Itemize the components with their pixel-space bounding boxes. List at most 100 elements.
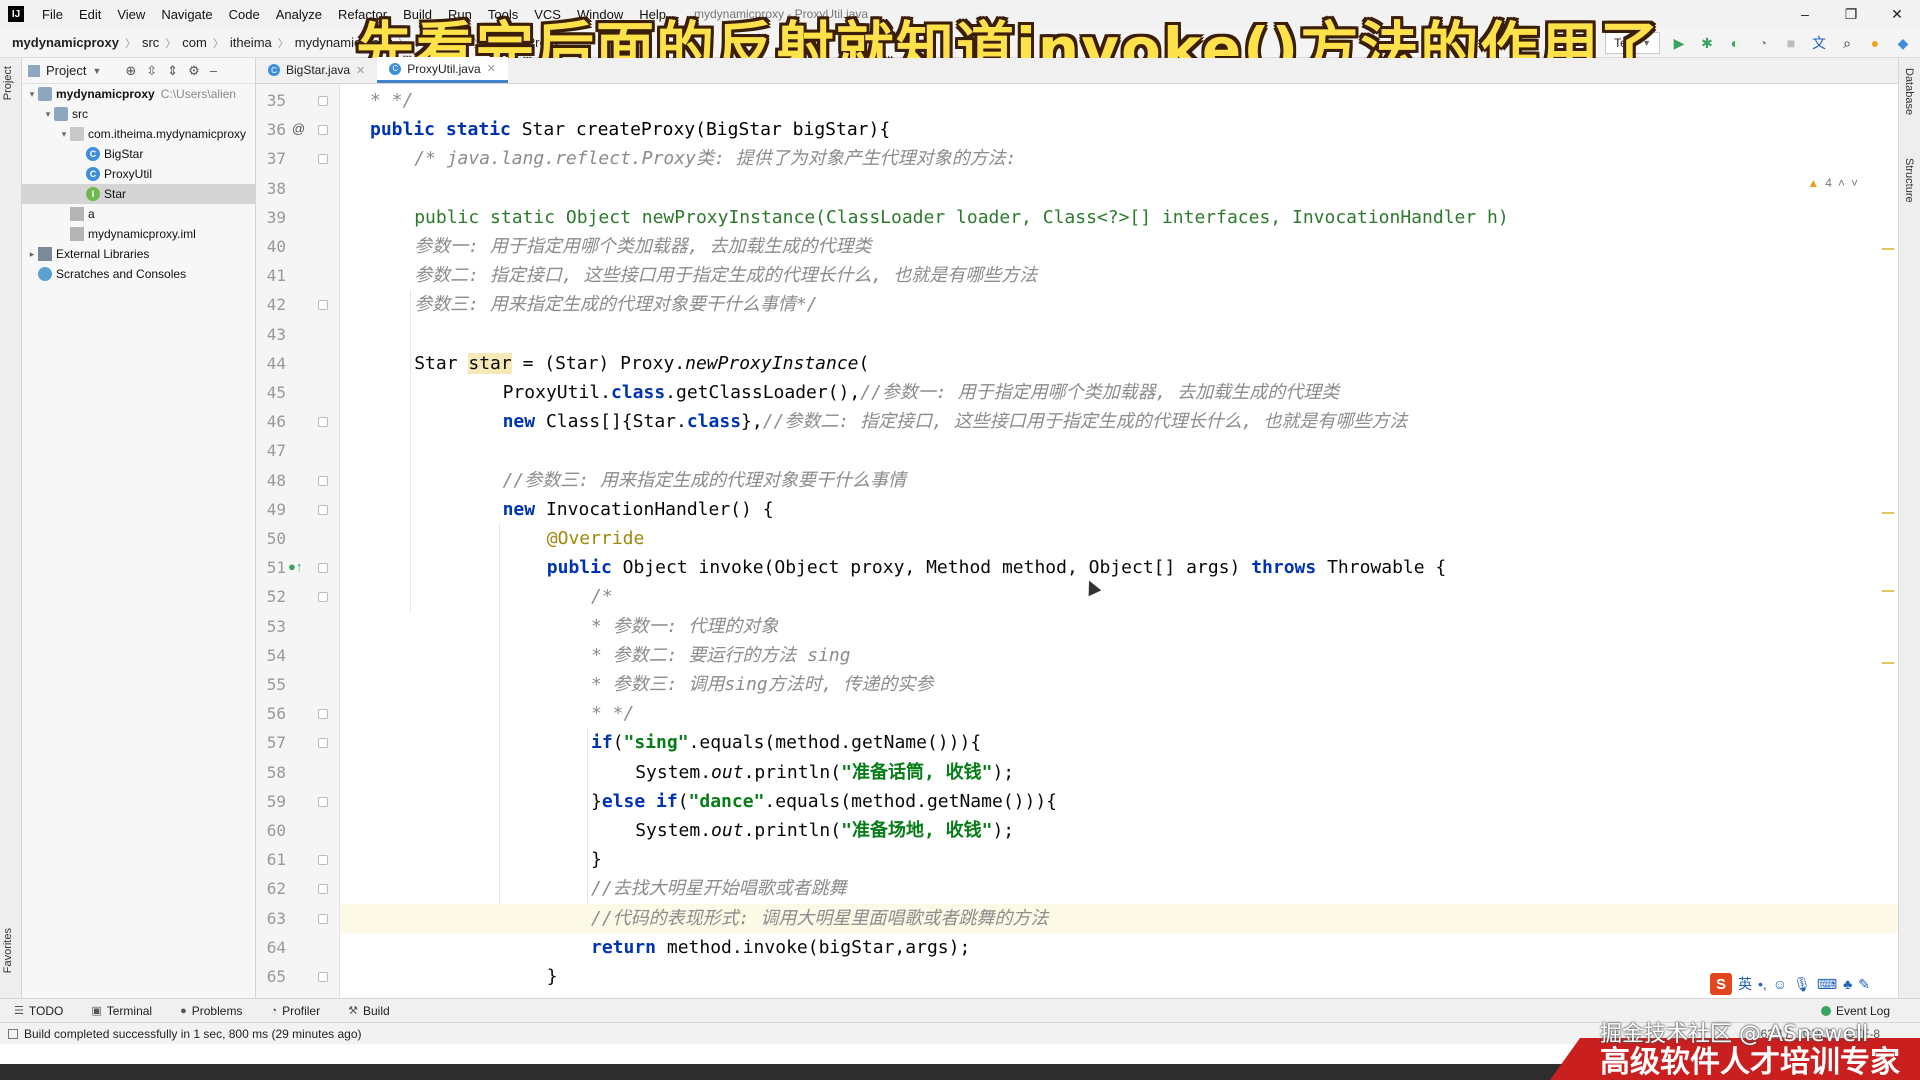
- scroll-marker[interactable]: [1882, 248, 1894, 250]
- chevron-down-icon[interactable]: ▼: [92, 66, 101, 76]
- code-line[interactable]: /*: [340, 582, 613, 611]
- code-line[interactable]: new InvocationHandler() {: [340, 495, 774, 524]
- implements-method-icon[interactable]: ●↑: [288, 559, 302, 574]
- code-line[interactable]: System.out.println("准备话筒, 收钱");: [340, 758, 1014, 787]
- keyboard-icon[interactable]: ⌨: [1817, 976, 1837, 993]
- fold-icon[interactable]: [318, 738, 328, 749]
- tree-arrow-icon[interactable]: ▸: [26, 249, 38, 260]
- code-line[interactable]: if("sing".equals(method.getName())){: [340, 728, 981, 757]
- structure-tool-tab[interactable]: Structure: [1903, 158, 1915, 203]
- code-line[interactable]: new Class[]{Star.class},//参数二: 指定接口, 这些接…: [340, 407, 1408, 436]
- code-line[interactable]: public Object invoke(Object proxy, Metho…: [340, 553, 1446, 582]
- fold-icon[interactable]: [318, 796, 328, 807]
- tree-item[interactable]: Scratches and Consoles: [22, 264, 255, 284]
- code-line[interactable]: * */: [340, 699, 634, 728]
- code-line[interactable]: //代码的表现形式: 调用大明星里面唱歌或者跳舞的方法: [340, 903, 1898, 933]
- chevron-up-icon[interactable]: ˄: [1838, 176, 1845, 190]
- fold-icon[interactable]: [318, 504, 328, 515]
- menu-view[interactable]: View: [109, 7, 153, 22]
- code-line[interactable]: 参数一: 用于指定用哪个类加载器, 去加载生成的代理类: [340, 232, 871, 261]
- chevron-down-icon[interactable]: ˅: [1851, 176, 1858, 190]
- scroll-marker[interactable]: [1882, 590, 1894, 592]
- code-line[interactable]: [340, 436, 370, 465]
- punctuation-icon[interactable]: •,: [1758, 976, 1767, 992]
- fold-icon[interactable]: [318, 417, 328, 428]
- code-line[interactable]: return method.invoke(bigStar,args);: [340, 933, 970, 962]
- menu-navigate[interactable]: Navigate: [153, 7, 220, 22]
- editor-tab[interactable]: C BigStar.java ✕: [256, 57, 377, 83]
- breadcrumb-item[interactable]: mydynamicproxy: [0, 35, 125, 50]
- fold-icon[interactable]: [318, 96, 328, 106]
- database-tool-tab[interactable]: Database: [1903, 68, 1915, 115]
- menu-code[interactable]: Code: [221, 7, 268, 22]
- profile-icon[interactable]: ◔: [1754, 34, 1772, 52]
- expand-all-icon[interactable]: ⇳: [146, 63, 157, 79]
- tool-tab-todo[interactable]: ☰ TODO: [0, 1004, 77, 1018]
- debug-icon[interactable]: ✱: [1698, 34, 1716, 52]
- fold-icon[interactable]: [318, 913, 328, 924]
- tree-item[interactable]: I Star: [22, 184, 255, 204]
- tree-item[interactable]: ▾ mydynamicproxy C:\Users\alien: [22, 84, 255, 104]
- fold-icon[interactable]: [318, 855, 328, 866]
- update-icon[interactable]: ●: [1866, 34, 1884, 52]
- annotation-gutter-icon[interactable]: @: [292, 121, 305, 136]
- breadcrumb-item[interactable]: com: [176, 35, 213, 50]
- code-line[interactable]: [340, 174, 370, 203]
- fold-icon[interactable]: [318, 125, 328, 136]
- editor-tab[interactable]: C ProxyUtil.java ✕: [377, 57, 508, 83]
- code-line[interactable]: public static Object newProxyInstance(Cl…: [340, 203, 1509, 232]
- translate-icon[interactable]: 文: [1810, 34, 1828, 52]
- tool-tab-profiler[interactable]: ◔ Profiler: [256, 1004, 334, 1018]
- code-line[interactable]: /* java.lang.reflect.Proxy类: 提供了为对象产生代理对…: [340, 144, 1016, 173]
- tree-arrow-icon[interactable]: ▾: [42, 109, 54, 120]
- plugin-icon[interactable]: ◆: [1894, 34, 1912, 52]
- code-line[interactable]: 参数二: 指定接口, 这些接口用于指定生成的代理长什么, 也就是有哪些方法: [340, 261, 1037, 290]
- code-line[interactable]: }: [340, 962, 558, 991]
- code-editor[interactable]: ▲ 4 ˄ ˅ * */ public static Star createPro…: [340, 84, 1898, 998]
- code-line[interactable]: [340, 320, 370, 349]
- code-line[interactable]: * 参数一: 代理的对象: [340, 612, 778, 641]
- code-line[interactable]: ProxyUtil.class.getClassLoader(),//参数一: …: [340, 378, 1340, 407]
- fold-icon[interactable]: [318, 300, 328, 311]
- fold-icon[interactable]: [318, 972, 328, 982]
- code-line[interactable]: }else if("dance".equals(method.getName()…: [340, 787, 1057, 816]
- code-line[interactable]: * */: [340, 86, 413, 115]
- code-line[interactable]: System.out.println("准备场地, 收钱");: [340, 816, 1014, 845]
- status-message[interactable]: Build completed successfully in 1 sec, 8…: [24, 1027, 362, 1041]
- code-line[interactable]: 参数三: 用来指定生成的代理对象要干什么事情*/: [340, 290, 817, 319]
- stop-icon[interactable]: ■: [1782, 34, 1800, 52]
- code-line[interactable]: * 参数二: 要运行的方法 sing: [340, 641, 851, 670]
- minimize-icon[interactable]: –: [1782, 0, 1828, 28]
- emoji-icon[interactable]: ☺: [1773, 976, 1787, 992]
- tree-item[interactable]: C BigStar: [22, 144, 255, 164]
- tool-tab-problems[interactable]: ● Problems: [166, 1004, 256, 1018]
- breadcrumb-item[interactable]: src: [136, 35, 165, 50]
- menu-edit[interactable]: Edit: [71, 7, 109, 22]
- code-line[interactable]: * 参数三: 调用sing方法时, 传递的实参: [340, 670, 933, 699]
- gear-icon[interactable]: ⚙: [188, 63, 200, 79]
- sogou-ime-icon[interactable]: S: [1710, 973, 1732, 995]
- hide-icon[interactable]: –: [210, 63, 217, 79]
- fold-icon[interactable]: [318, 563, 328, 574]
- breadcrumb-item[interactable]: itheima: [224, 35, 278, 50]
- tree-item[interactable]: ▾ src: [22, 104, 255, 124]
- code-line[interactable]: //去找大明星开始唱歌或者跳舞: [340, 874, 847, 903]
- scroll-marker[interactable]: [1882, 512, 1894, 514]
- locate-icon[interactable]: ⊕: [125, 63, 136, 79]
- project-tool-tab[interactable]: Project: [2, 66, 14, 100]
- tree-item[interactable]: a: [22, 204, 255, 224]
- tree-item[interactable]: mydynamicproxy.iml: [22, 224, 255, 244]
- close-icon[interactable]: ✕: [1874, 0, 1920, 28]
- fold-icon[interactable]: [318, 592, 328, 603]
- code-line[interactable]: }: [340, 845, 602, 874]
- search-icon[interactable]: ⌕: [1838, 34, 1856, 52]
- coverage-icon[interactable]: ◐: [1726, 34, 1744, 52]
- code-line[interactable]: //参数三: 用来指定生成的代理对象要干什么事情: [340, 466, 906, 495]
- fold-icon[interactable]: [318, 884, 328, 895]
- close-tab-icon[interactable]: ✕: [487, 62, 496, 75]
- tool-tab-terminal[interactable]: ▣ Terminal: [77, 1004, 166, 1018]
- tree-item[interactable]: ▾ com.itheima.mydynamicproxy: [22, 124, 255, 144]
- tree-item[interactable]: C ProxyUtil: [22, 164, 255, 184]
- tree-arrow-icon[interactable]: ▾: [58, 129, 70, 140]
- run-icon[interactable]: ▶: [1670, 34, 1688, 52]
